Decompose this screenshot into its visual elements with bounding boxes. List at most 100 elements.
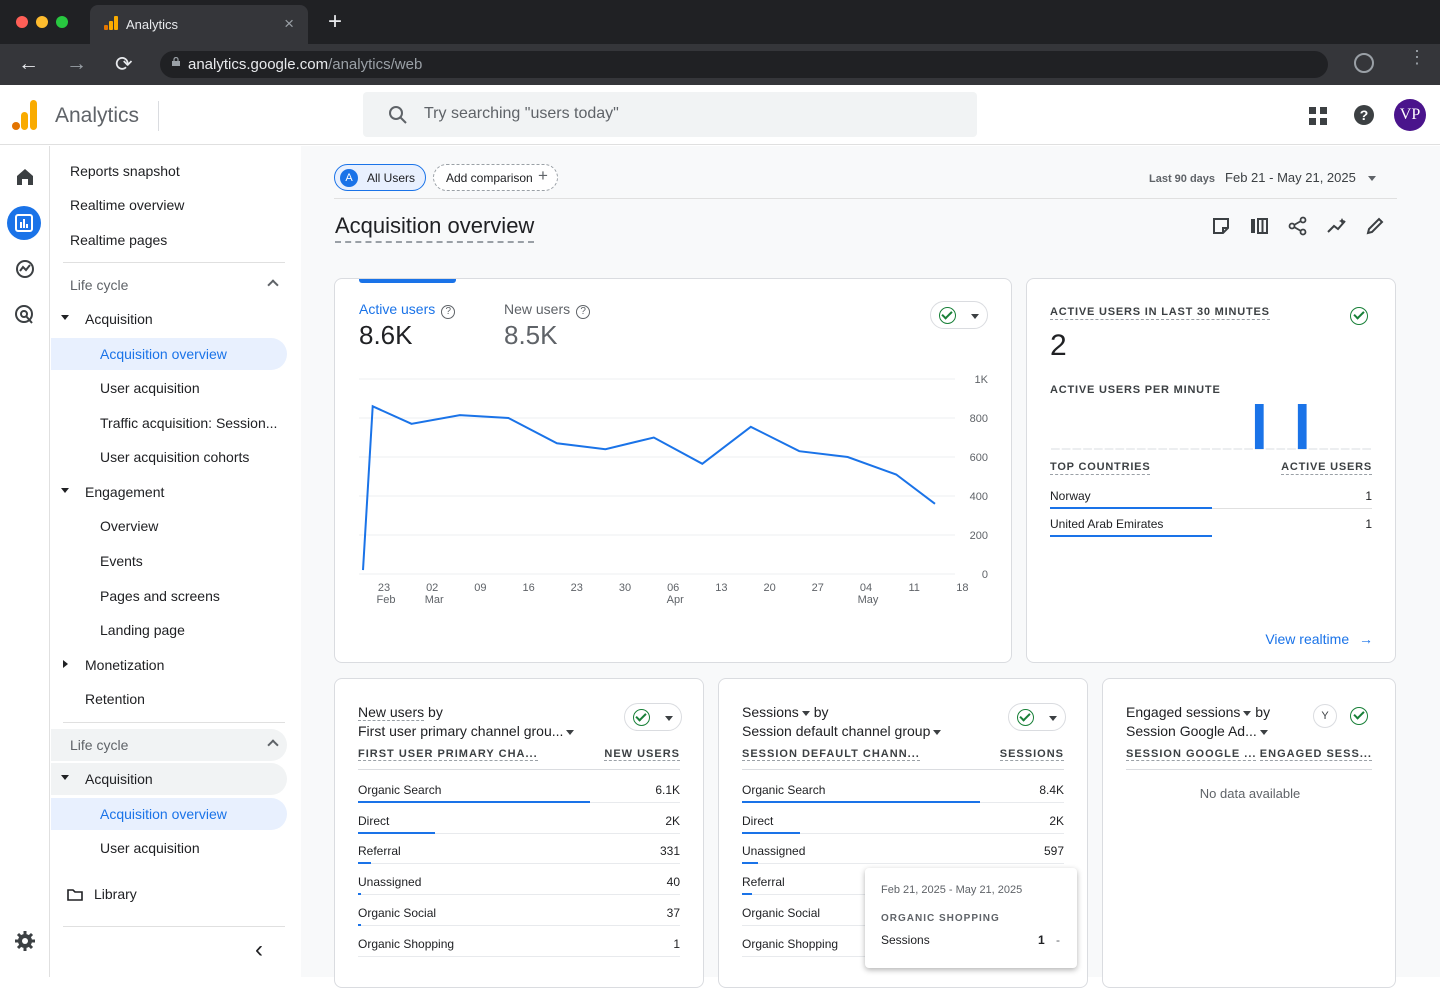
table-row[interactable]: Direct 2K: [742, 806, 1064, 837]
nav-acquisition-overview[interactable]: Acquisition overview: [51, 338, 287, 370]
title-by: by: [424, 704, 443, 720]
nav-user-acquisition-cohorts[interactable]: User acquisition cohorts: [51, 441, 287, 473]
card-options-button[interactable]: [1008, 703, 1066, 731]
card-options-button[interactable]: [624, 703, 682, 731]
row-divider: [742, 863, 1064, 865]
minute-bar[interactable]: [1254, 404, 1264, 449]
link-label: View realtime: [1265, 631, 1350, 647]
dimension-selector[interactable]: First user primary channel grou...: [358, 723, 563, 739]
active-users-tab[interactable]: Active users?: [359, 301, 456, 319]
search-input[interactable]: Try searching "users today": [363, 92, 977, 137]
nav-user-acquisition[interactable]: User acquisition: [51, 372, 287, 404]
dimension-selector[interactable]: Session default channel group: [742, 723, 930, 739]
browser-tab[interactable]: Analytics ×: [90, 5, 308, 44]
add-comparison-button[interactable]: Add comparison +: [433, 164, 558, 191]
browser-toolbar: ← → ⟳ analytics.google.com/analytics/web…: [0, 44, 1440, 85]
nav-pages-and-screens[interactable]: Pages and screens: [51, 580, 287, 612]
row-name: Organic Social: [742, 905, 821, 920]
y-tick-label: 1K: [975, 374, 989, 386]
y-tick-label: 600: [970, 452, 988, 464]
table-row[interactable]: Organic Search 8.4K: [742, 775, 1064, 806]
collapse-nav-icon[interactable]: ‹: [255, 936, 263, 964]
nav-library[interactable]: Library: [51, 878, 287, 910]
minimize-window-button[interactable]: [36, 16, 48, 28]
filter-icon[interactable]: Y: [1313, 704, 1337, 728]
metric-selector[interactable]: New users: [358, 704, 425, 721]
row-bar: [742, 862, 759, 865]
nav-acquisition-2[interactable]: Acquisition: [51, 763, 287, 795]
nav-realtime-overview[interactable]: Realtime overview: [51, 189, 287, 221]
reports-nav-button[interactable]: [7, 206, 41, 240]
table-row[interactable]: Unassigned 40: [358, 867, 680, 898]
reload-icon[interactable]: ⟳: [115, 52, 133, 77]
forward-arrow-icon[interactable]: →: [66, 52, 87, 76]
nav-traffic-acquisition[interactable]: Traffic acquisition: Session...: [51, 407, 287, 439]
table-row[interactable]: Organic Search 6.1K: [358, 775, 680, 806]
nav-acquisition[interactable]: Acquisition: [51, 303, 287, 335]
folder-icon: [67, 889, 83, 901]
view-realtime-link[interactable]: View realtime →: [1265, 631, 1373, 647]
nav-user-acquisition-2[interactable]: User acquisition: [51, 832, 287, 864]
nav-engagement-overview[interactable]: Overview: [51, 510, 287, 542]
column-header: FIRST USER PRIMARY CHA...: [358, 748, 538, 761]
all-users-segment-chip[interactable]: A All Users: [334, 164, 426, 191]
date-range-picker[interactable]: Last 90 days Feb 21 - May 21, 2025: [1149, 170, 1376, 185]
row-bar: [358, 831, 436, 834]
table-row[interactable]: Direct 2K: [358, 806, 680, 837]
compare-icon[interactable]: [1249, 216, 1269, 236]
caret-down-icon: [61, 775, 69, 780]
row-name: Organic Search: [742, 783, 826, 797]
nav-lifecycle-header-2[interactable]: Life cycle: [51, 729, 287, 761]
chart-options-button[interactable]: [930, 301, 988, 329]
check-circle-icon[interactable]: [1350, 707, 1368, 725]
maximize-window-button[interactable]: [56, 16, 68, 28]
new-users-tab[interactable]: New users?: [504, 301, 591, 319]
settings-gear-icon[interactable]: [12, 928, 38, 954]
table-row[interactable]: Organic Shopping 1: [358, 929, 680, 960]
profile-icon[interactable]: [1354, 53, 1374, 73]
address-bar[interactable]: analytics.google.com/analytics/web: [160, 51, 1328, 78]
apps-grid-icon[interactable]: [1309, 107, 1327, 125]
metric-selector[interactable]: Sessions: [742, 704, 799, 720]
help-circle-icon[interactable]: ?: [441, 305, 456, 319]
nav-monetization[interactable]: Monetization: [51, 649, 287, 681]
customize-report-icon[interactable]: [1211, 216, 1231, 236]
nav-reports-snapshot[interactable]: Reports snapshot: [51, 155, 287, 187]
share-icon[interactable]: [1288, 216, 1308, 236]
home-icon[interactable]: [12, 164, 38, 190]
explore-icon[interactable]: [12, 256, 38, 282]
back-arrow-icon[interactable]: ←: [18, 52, 39, 76]
dimension-selector[interactable]: Session Google Ad...: [1126, 723, 1257, 739]
nav-landing-page[interactable]: Landing page: [51, 614, 287, 646]
row-name: Organic Shopping: [358, 936, 455, 951]
header-divider: [358, 769, 680, 770]
nav-lifecycle-header[interactable]: Life cycle: [51, 269, 287, 301]
table-row[interactable]: Organic Social 37: [358, 898, 680, 929]
metric-selector[interactable]: Engaged sessions: [1126, 704, 1240, 720]
nav-engagement[interactable]: Engagement: [51, 476, 287, 508]
title-by: by: [809, 704, 829, 720]
avatar[interactable]: VP: [1394, 99, 1426, 131]
table-row[interactable]: Referral 331: [358, 836, 680, 867]
nav-realtime-pages[interactable]: Realtime pages: [51, 224, 287, 256]
nav-retention[interactable]: Retention: [51, 683, 287, 715]
table-row[interactable]: Unassigned 597: [742, 836, 1064, 867]
edit-pencil-icon[interactable]: [1365, 216, 1385, 236]
country-name: United Arab Emirates: [1050, 517, 1164, 531]
close-window-button[interactable]: [16, 16, 28, 28]
new-tab-icon[interactable]: +: [328, 8, 342, 36]
nav-acquisition-overview-2[interactable]: Acquisition overview: [51, 798, 287, 830]
browser-menu-icon[interactable]: ⋮: [1408, 48, 1426, 66]
check-circle-icon[interactable]: [1350, 307, 1368, 325]
insights-icon[interactable]: [1326, 216, 1348, 236]
column-header: ENGAGED SESS...: [1259, 748, 1372, 761]
nav-events[interactable]: Events: [51, 545, 287, 577]
advertising-icon[interactable]: [12, 302, 38, 328]
help-circle-icon[interactable]: ?: [576, 305, 591, 319]
nav-label: Engagement: [85, 484, 165, 500]
app-header: Analytics Try searching "users today" ? …: [0, 85, 1440, 145]
minute-bar[interactable]: [1297, 404, 1307, 449]
tab-close-icon[interactable]: ×: [284, 14, 294, 34]
help-icon[interactable]: ?: [1354, 105, 1374, 125]
row-bar: [1050, 507, 1212, 509]
